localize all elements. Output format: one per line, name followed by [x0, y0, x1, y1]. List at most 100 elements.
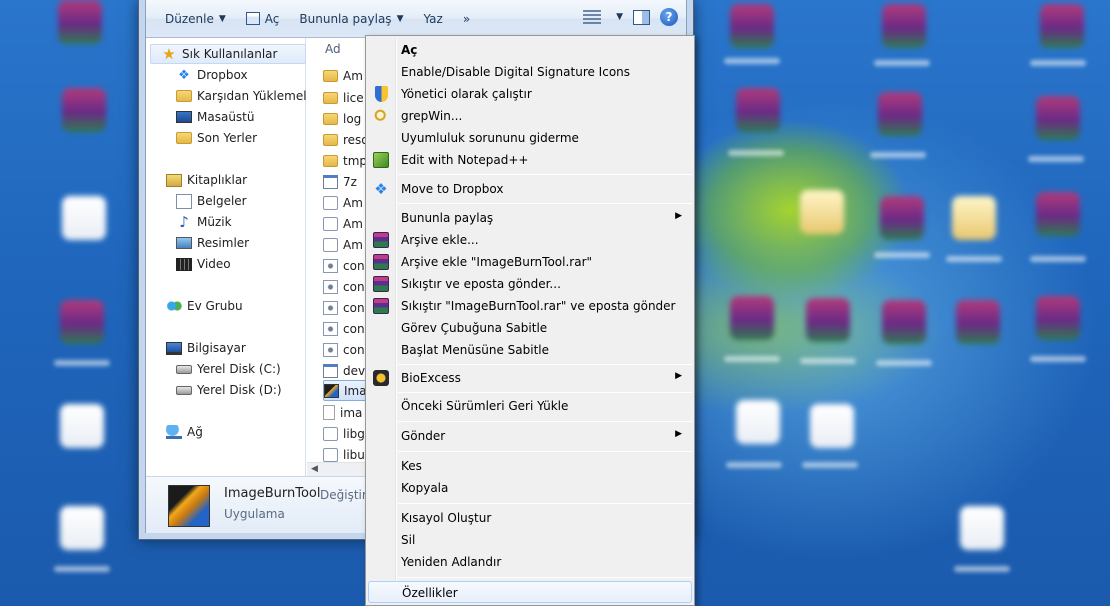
desktop-icon-label: [876, 360, 932, 366]
menu-item-send-to[interactable]: Gönder ▶: [368, 425, 692, 447]
nav-label: Son Yerler: [197, 131, 258, 145]
file-row[interactable]: dev: [323, 360, 367, 381]
context-menu: Aç Enable/Disable Digital Signature Icon…: [365, 35, 695, 606]
menu-item-label: Edit with Notepad++: [401, 153, 529, 167]
horizontal-scrollbar[interactable]: ◀: [307, 462, 367, 476]
scroll-left-arrow-icon[interactable]: ◀: [311, 464, 318, 474]
chevron-down-icon: ▼: [218, 13, 226, 24]
file-row[interactable]: Am: [323, 234, 367, 255]
nav-drive-d[interactable]: Yerel Disk (D:): [176, 380, 282, 400]
desktop-icon-label: [724, 356, 780, 362]
nav-pictures[interactable]: Resimler: [176, 233, 249, 253]
menu-item-compress-named-and-email[interactable]: Sıkıştır "ImageBurnTool.rar" ve eposta g…: [368, 295, 692, 317]
file-row[interactable]: Am: [323, 213, 367, 234]
preview-pane-icon[interactable]: [633, 9, 650, 25]
help-icon[interactable]: ?: [660, 8, 678, 26]
file-name: Am: [343, 216, 363, 231]
chevron-down-icon[interactable]: ▼: [616, 12, 623, 22]
file-row[interactable]: con: [323, 318, 367, 339]
file-row[interactable]: log: [323, 108, 367, 129]
menu-item-copy[interactable]: Kopyala: [368, 477, 692, 499]
menu-item-add-to-archive[interactable]: Arşive ekle...: [368, 229, 692, 251]
file-row[interactable]: Am: [323, 65, 367, 86]
menu-item-label: Başlat Menüsüne Sabitle: [401, 343, 549, 357]
desktop-icon: [736, 400, 780, 444]
file-row[interactable]: lice: [323, 87, 367, 108]
menu-item-label: Gönder: [401, 429, 446, 443]
nav-drive-c[interactable]: Yerel Disk (C:): [176, 359, 281, 379]
column-header-label: Ad: [325, 42, 341, 56]
menu-item-run-as-admin[interactable]: Yönetici olarak çalıştır: [368, 83, 692, 105]
menu-item-bioexcess[interactable]: BioExcess ▶: [368, 367, 692, 389]
open-label: Aç: [264, 11, 280, 26]
nav-recent[interactable]: Son Yerler: [176, 128, 257, 148]
menu-item-delete[interactable]: Sil: [368, 529, 692, 551]
desktop-icon-label: [1030, 60, 1086, 66]
views-icon[interactable]: [583, 10, 602, 24]
desktop-icon-label: [1028, 156, 1084, 162]
menu-item-move-to-dropbox[interactable]: ❖ Move to Dropbox: [368, 178, 692, 200]
menu-item-digital-signature-icons[interactable]: Enable/Disable Digital Signature Icons: [368, 61, 692, 83]
file-row[interactable]: con: [323, 339, 367, 360]
menu-item-add-to-named-archive[interactable]: Arşive ekle "ImageBurnTool.rar": [368, 251, 692, 273]
menu-item-pin-to-start-menu[interactable]: Başlat Menüsüne Sabitle: [368, 339, 692, 361]
desktop-icon: [1036, 192, 1080, 236]
menu-item-label: Görev Çubuğuna Sabitle: [401, 321, 548, 335]
nav-documents[interactable]: Belgeler: [176, 191, 247, 211]
column-header-name[interactable]: Ad: [325, 40, 341, 58]
file-row[interactable]: Am: [323, 192, 367, 213]
menu-item-open[interactable]: Aç: [368, 39, 692, 61]
nav-label: Resimler: [197, 236, 250, 250]
desktop-icon: [176, 111, 192, 123]
file-row[interactable]: libg: [323, 423, 367, 444]
music-note-icon: ♪: [179, 213, 189, 231]
menu-item-restore-previous-versions[interactable]: Önceki Sürümleri Geri Yükle: [368, 395, 692, 417]
nav-libraries[interactable]: Kitaplıklar: [166, 170, 247, 190]
file-row[interactable]: tmp: [323, 150, 367, 171]
open-button[interactable]: Aç: [239, 8, 287, 30]
file-row[interactable]: con: [323, 276, 367, 297]
file-row[interactable]: con: [323, 297, 367, 318]
file-name: lice: [343, 90, 364, 105]
nav-label: Belgeler: [197, 194, 247, 208]
nav-favorites[interactable]: ★ Sık Kullanılanlar: [150, 44, 306, 64]
nav-computer[interactable]: Bilgisayar: [166, 338, 246, 358]
submenu-arrow-icon: ▶: [675, 211, 682, 221]
menu-item-compress-and-email[interactable]: Sıkıştır ve eposta gönder...: [368, 273, 692, 295]
menu-item-share-with[interactable]: Bununla paylaş ▶: [368, 207, 692, 229]
share-button[interactable]: Bununla paylaş ▼: [292, 8, 410, 30]
burn-button[interactable]: Yaz: [416, 8, 449, 30]
menu-item-pin-to-taskbar[interactable]: Görev Çubuğuna Sabitle: [368, 317, 692, 339]
menu-item-label: Uyumluluk sorununu giderme: [401, 131, 579, 145]
more-commands-button[interactable]: »: [456, 8, 477, 30]
file-name: libu: [343, 447, 365, 462]
nav-video[interactable]: Video: [176, 254, 231, 274]
dll-file-icon: [323, 426, 338, 441]
menu-item-edit-notepadpp[interactable]: Edit with Notepad++: [368, 149, 692, 171]
nav-homegroup[interactable]: Ev Grubu: [166, 296, 243, 316]
nav-desktop[interactable]: Masaüstü: [176, 107, 254, 127]
file-row[interactable]: reso: [323, 129, 367, 150]
command-bar: Düzenle ▼ Aç Bununla paylaş ▼ Yaz » ▼ ?: [146, 0, 686, 38]
nav-network[interactable]: Ağ: [166, 422, 203, 442]
organize-button[interactable]: Düzenle ▼: [158, 8, 233, 30]
nav-downloads[interactable]: Karşıdan Yüklemeler: [176, 86, 319, 106]
nav-music[interactable]: ♪ Müzik: [176, 212, 231, 232]
network-icon: [166, 425, 182, 439]
file-row[interactable]: 7z: [323, 171, 367, 192]
menu-item-properties[interactable]: Özellikler: [368, 581, 692, 603]
file-row[interactable]: con: [323, 255, 367, 276]
menu-item-troubleshoot-compatibility[interactable]: Uyumluluk sorununu giderme: [368, 127, 692, 149]
file-row-selected[interactable]: Imag: [323, 380, 367, 401]
file-row[interactable]: ima: [323, 402, 367, 423]
homegroup-icon: [166, 299, 182, 313]
menu-item-grepwin[interactable]: grepWin...: [368, 105, 692, 127]
desktop-icon: [1036, 96, 1080, 140]
menu-item-create-shortcut[interactable]: Kısayol Oluştur: [368, 507, 692, 529]
desktop-icon: [62, 196, 106, 240]
file-name: reso: [343, 132, 367, 147]
menu-item-rename[interactable]: Yeniden Adlandır: [368, 551, 692, 573]
nav-dropbox[interactable]: ❖ Dropbox: [176, 65, 247, 85]
menu-item-cut[interactable]: Kes: [368, 455, 692, 477]
open-app-icon: [245, 12, 260, 25]
